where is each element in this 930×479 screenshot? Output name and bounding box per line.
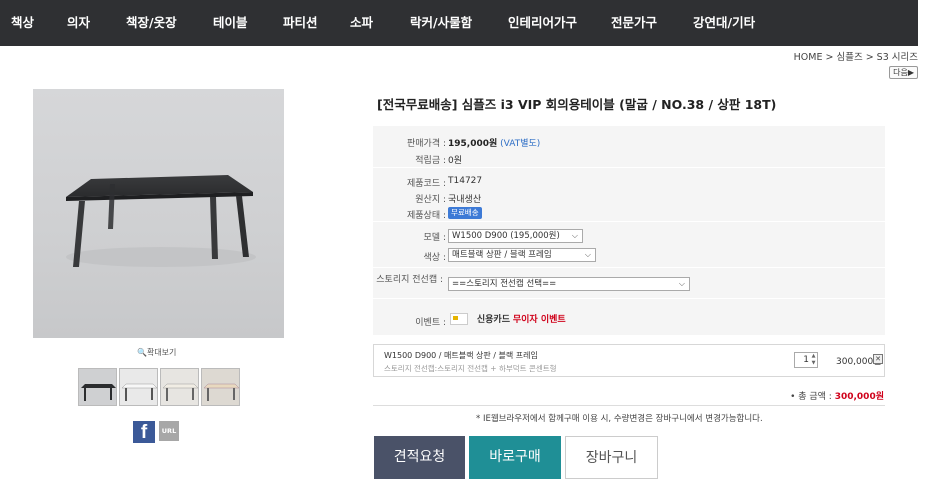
- model-select[interactable]: W1500 D900 (195,000원) ⌵: [448, 229, 583, 243]
- nav-item-partition[interactable]: 파티션: [283, 0, 318, 46]
- nav-item-locker[interactable]: 락커/사물함: [410, 0, 472, 46]
- nav-gap: [918, 0, 930, 46]
- event-row: 신용카드 무이자 이벤트: [450, 312, 566, 325]
- product-info-box: 판매가격 : 195,000원 (VAT별도) 적립금 : 0원 제품코드 : …: [373, 126, 885, 336]
- nav-item-bookshelf[interactable]: 책장/옷장: [126, 0, 177, 46]
- thumb-table-black: [81, 384, 116, 401]
- chevron-down-icon: ⌵: [584, 250, 591, 259]
- thumbnail-wood[interactable]: [201, 368, 240, 406]
- nav-item-sofa[interactable]: 소파: [350, 0, 373, 46]
- code-label: 제품코드 :: [406, 179, 446, 189]
- divider: [373, 267, 885, 268]
- thumbnail-white[interactable]: [119, 368, 158, 406]
- event-card-text: 신용카드: [476, 315, 510, 325]
- thumb-table-light: [162, 383, 198, 401]
- points-value: 0원: [448, 156, 463, 166]
- thumb-table-wood: [203, 383, 239, 401]
- divider: [373, 405, 885, 406]
- model-label: 모델 :: [423, 233, 446, 243]
- event-highlight: 무이자 이벤트: [512, 315, 566, 325]
- storage-select[interactable]: ==스토리지 전선캡 선택== ⌵: [448, 277, 690, 291]
- status-value: 무료배송: [448, 207, 482, 219]
- price-row: 195,000원 (VAT별도): [448, 136, 540, 149]
- nav-item-interior[interactable]: 인테리어가구: [508, 0, 577, 46]
- zoom-link[interactable]: 🔍확대보기: [137, 347, 176, 358]
- total-price: • 총 금액 : 300,000원: [790, 389, 884, 402]
- product-title: [전국무료배송] 심플즈 i3 VIP 회의용테이블 (말굽 / NO.38 /…: [377, 97, 777, 112]
- nav-item-professional[interactable]: 전문가구: [611, 0, 657, 46]
- divider: [373, 335, 885, 336]
- nav-item-desk[interactable]: 책상: [11, 0, 34, 46]
- facebook-share-icon[interactable]: f: [133, 421, 155, 443]
- free-shipping-badge: 무료배송: [448, 207, 482, 219]
- next-button[interactable]: 다음▶: [889, 66, 918, 79]
- origin-value: 국내생산: [448, 195, 482, 205]
- ie-notice: * IE웹브라우저에서 함께구매 이용 시, 수량변경은 장바구니에서 변경가능…: [476, 414, 763, 424]
- total-value: 300,000원: [834, 392, 884, 402]
- remove-option-icon[interactable]: ✕: [873, 354, 883, 364]
- points-label: 적립금 :: [415, 156, 446, 166]
- total-label: • 총 금액 :: [790, 392, 832, 402]
- event-label: 이벤트 :: [415, 318, 446, 328]
- url-share-icon[interactable]: URL: [159, 421, 179, 441]
- thumb-table-white: [121, 383, 157, 401]
- price-value: 195,000원: [448, 139, 498, 149]
- thumbnail-black[interactable]: [78, 368, 117, 406]
- quantity-stepper[interactable]: ▲ ▼: [810, 353, 817, 367]
- model-select-value: W1500 D900 (195,000원): [452, 231, 560, 241]
- price-label: 판매가격 :: [406, 139, 446, 149]
- top-nav: 책상 의자 책장/옷장 테이블 파티션 소파 락커/사물함 인테리어가구 전문가…: [0, 0, 930, 46]
- nav-item-chair[interactable]: 의자: [67, 0, 90, 46]
- breadcrumb[interactable]: HOME > 심플즈 > S3 시리즈: [794, 49, 918, 63]
- price-vat: (VAT별도): [500, 139, 541, 149]
- divider: [373, 221, 885, 222]
- status-label: 제품상태 :: [406, 211, 446, 221]
- credit-card-icon: [450, 312, 468, 325]
- quote-request-button[interactable]: 견적요청: [374, 436, 465, 479]
- color-select[interactable]: 매트블랙 상판 / 블랙 프레임 ⌵: [448, 248, 596, 262]
- selected-option-sub: 스토리지 전선캡:스토리지 전선캡 + 하부덕트 콘센트형: [384, 364, 557, 373]
- table-illustration: [66, 175, 256, 267]
- color-select-value: 매트블랙 상판 / 블랙 프레임: [452, 250, 552, 260]
- storage-select-value: ==스토리지 전선캡 선택==: [452, 279, 557, 289]
- chevron-down-icon: ⌵: [678, 279, 685, 288]
- storage-label: 스토리지 전선캡 :: [376, 275, 443, 285]
- code-value: T14727: [448, 176, 483, 186]
- thumbnail-light[interactable]: [160, 368, 199, 406]
- origin-label: 원산지 :: [415, 195, 446, 205]
- divider: [373, 167, 885, 168]
- selected-option-name: W1500 D900 / 매트블랙 상판 / 블랙 프레임: [384, 351, 538, 360]
- divider: [373, 298, 885, 299]
- color-label: 색상 :: [423, 253, 446, 263]
- nav-item-lectern[interactable]: 강연대/기타: [693, 0, 755, 46]
- selected-option-row: W1500 D900 / 매트블랙 상판 / 블랙 프레임 스토리지 전선캡:스…: [373, 344, 885, 377]
- product-main-image[interactable]: [33, 89, 284, 338]
- chevron-down-icon: ⌵: [571, 231, 578, 240]
- add-to-cart-button[interactable]: 장바구니: [565, 436, 658, 479]
- buy-now-button[interactable]: 바로구매: [469, 436, 561, 479]
- nav-item-table[interactable]: 테이블: [213, 0, 248, 46]
